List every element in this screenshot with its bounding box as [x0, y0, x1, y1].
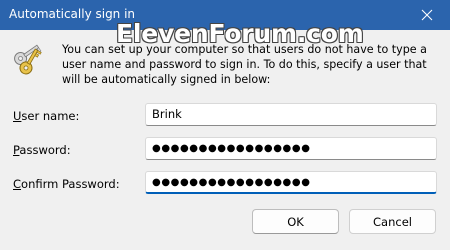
close-icon [421, 9, 433, 21]
cancel-button[interactable]: Cancel [349, 209, 436, 234]
password-label: Password: [13, 143, 71, 157]
confirm-password-label-rest: onfirm Password: [21, 177, 120, 191]
confirm-password-label-accel: C [13, 177, 22, 191]
ok-button[interactable]: OK [252, 209, 339, 234]
password-label-rest: assword: [19, 143, 71, 157]
username-label: User name: [13, 109, 79, 123]
confirm-password-input[interactable]: ●●●●●●●●●●●●●●●●● [145, 171, 437, 194]
description-text: You can set up your computer so that use… [62, 43, 427, 86]
auto-sign-in-dialog: Automatically sign in ElevenForum.com Yo… [0, 0, 450, 250]
keys-icon [14, 44, 42, 75]
password-input[interactable]: ●●●●●●●●●●●●●●●●● [145, 137, 437, 160]
confirm-password-label: Confirm Password: [13, 177, 120, 191]
username-label-rest: ser name: [21, 109, 80, 123]
close-button[interactable] [404, 0, 450, 30]
username-input[interactable]: Brink [145, 103, 437, 126]
